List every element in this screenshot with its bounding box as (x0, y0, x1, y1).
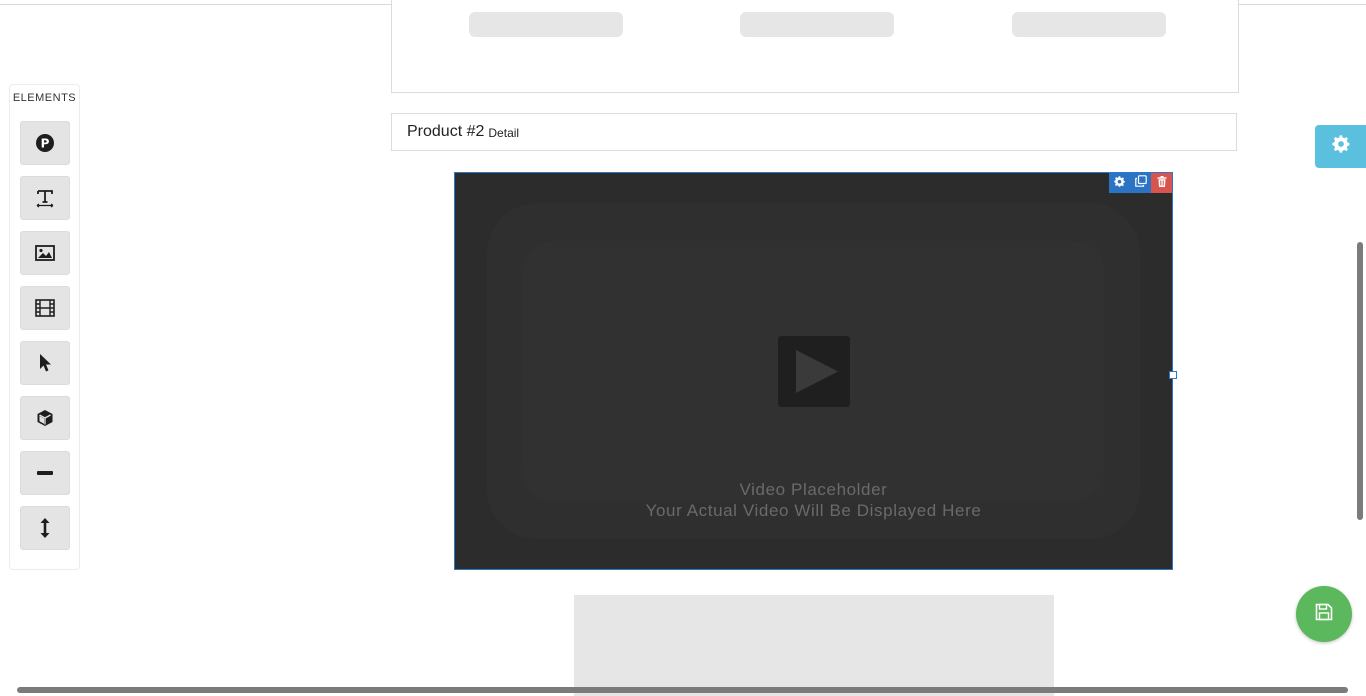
tool-box-element[interactable] (20, 396, 70, 440)
product-title: Product #2 (407, 123, 485, 140)
placeholder-pill (469, 12, 623, 37)
gear-icon (1114, 174, 1125, 192)
film-icon (35, 299, 55, 317)
vertical-arrows-icon (39, 517, 51, 539)
video-placeholder-subtitle: Your Actual Video Will Be Displayed Here (645, 501, 982, 520)
tool-image-element[interactable] (20, 231, 70, 275)
text-icon (35, 188, 55, 208)
tool-button-element[interactable] (20, 341, 70, 385)
video-duplicate-button[interactable] (1130, 173, 1151, 193)
video-toolbar (1109, 173, 1172, 193)
tool-text-element[interactable] (20, 176, 70, 220)
video-block[interactable]: Video Placeholder Your Actual Video Will… (454, 172, 1173, 570)
resize-handle[interactable] (1169, 371, 1177, 379)
tool-video-element[interactable] (20, 286, 70, 330)
video-settings-button[interactable] (1109, 173, 1130, 193)
video-delete-button[interactable] (1151, 173, 1172, 193)
video-placeholder-text: Video Placeholder Your Actual Video Will… (455, 479, 1172, 521)
gear-icon (1331, 135, 1350, 158)
sidebar-title: ELEMENTS (12, 92, 77, 104)
save-button[interactable] (1296, 586, 1352, 642)
product-subtitle: Detail (488, 126, 520, 140)
floppy-disk-icon (1315, 603, 1333, 626)
play-icon[interactable] (778, 336, 850, 407)
tool-spacer-element[interactable] (20, 506, 70, 550)
minus-icon (36, 470, 54, 476)
tool-product-element[interactable]: P (20, 121, 70, 165)
placeholder-block (574, 595, 1054, 696)
cube-icon (35, 408, 55, 428)
cursor-icon (36, 353, 54, 373)
content-card-top (391, 0, 1239, 93)
vertical-scrollbar[interactable] (1357, 242, 1363, 520)
horizontal-scrollbar[interactable] (17, 687, 1348, 693)
video-placeholder-title: Video Placeholder (739, 480, 888, 499)
product-header[interactable]: Product #2 Detail (391, 113, 1237, 151)
elements-sidebar: ELEMENTS P (9, 84, 80, 570)
settings-panel-toggle[interactable] (1315, 125, 1366, 168)
placeholder-pill (1012, 12, 1166, 37)
image-icon (35, 244, 55, 262)
copy-icon (1134, 174, 1147, 192)
product-p-icon: P (35, 133, 55, 153)
svg-text:P: P (41, 137, 50, 151)
tool-divider-element[interactable] (20, 451, 70, 495)
trash-icon (1157, 174, 1167, 192)
placeholder-pill (740, 12, 894, 37)
